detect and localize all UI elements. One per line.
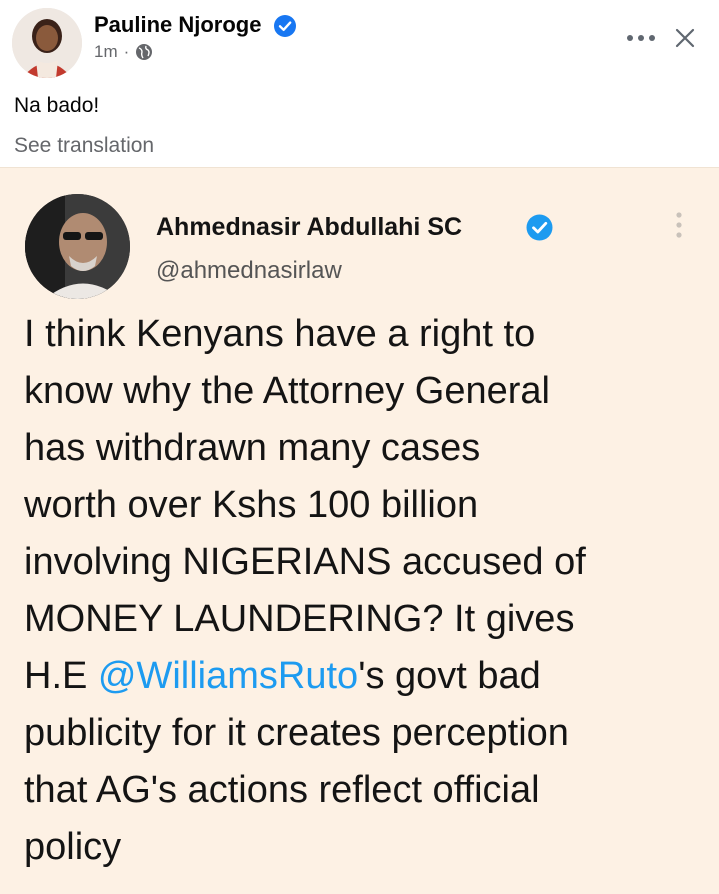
verified-badge-icon	[274, 15, 296, 37]
see-translation-link[interactable]: See translation	[14, 134, 154, 158]
tweet-line: has withdrawn many cases	[24, 427, 481, 469]
tweet-author-name: Ahmednasir Abdullahi SC	[156, 213, 463, 241]
verified-badge-icon	[526, 214, 553, 241]
close-icon[interactable]	[674, 27, 696, 49]
tweet-line-suffix: 's govt bad	[358, 655, 541, 697]
tweet-line: policy	[24, 826, 122, 868]
tweet-author-handle: @ahmednasirlaw	[156, 257, 342, 284]
tweet-line: worth over Kshs 100 billion	[24, 484, 479, 526]
tweet-author-avatar	[25, 194, 130, 299]
tweet-screenshot[interactable]: Ahmednasir Abdullahi SC @ahmednasirlaw I…	[0, 167, 719, 894]
more-options-icon[interactable]	[625, 33, 657, 43]
tweet-text: I think Kenyans have a right to know why…	[24, 306, 704, 876]
post-text: Na bado!	[14, 94, 100, 117]
post-meta: 1m ·	[94, 42, 153, 62]
mention-link[interactable]: @WilliamsRuto	[98, 655, 358, 697]
post-header: Pauline Njoroge 1m ·	[0, 0, 719, 88]
tweet-line-prefix: H.E	[24, 655, 98, 697]
tweet-line: publicity for it creates perception	[24, 712, 569, 754]
tweet-line: I think Kenyans have a right to	[24, 313, 536, 355]
tweet-line: MONEY LAUNDERING? It gives	[24, 598, 575, 640]
globe-icon	[136, 44, 153, 60]
tweet-line: involving NIGERIANS accused of	[24, 541, 586, 583]
post-time[interactable]: 1m	[94, 42, 118, 62]
meta-separator: ·	[123, 42, 130, 61]
tweet-line: H.E @WilliamsRuto's govt bad	[24, 648, 704, 705]
tweet-line: that AG's actions reflect official	[24, 769, 540, 811]
more-options-icon[interactable]	[672, 210, 686, 240]
author-name[interactable]: Pauline Njoroge	[94, 12, 261, 38]
author-avatar[interactable]	[12, 8, 82, 78]
tweet-line: know why the Attorney General	[24, 370, 550, 412]
